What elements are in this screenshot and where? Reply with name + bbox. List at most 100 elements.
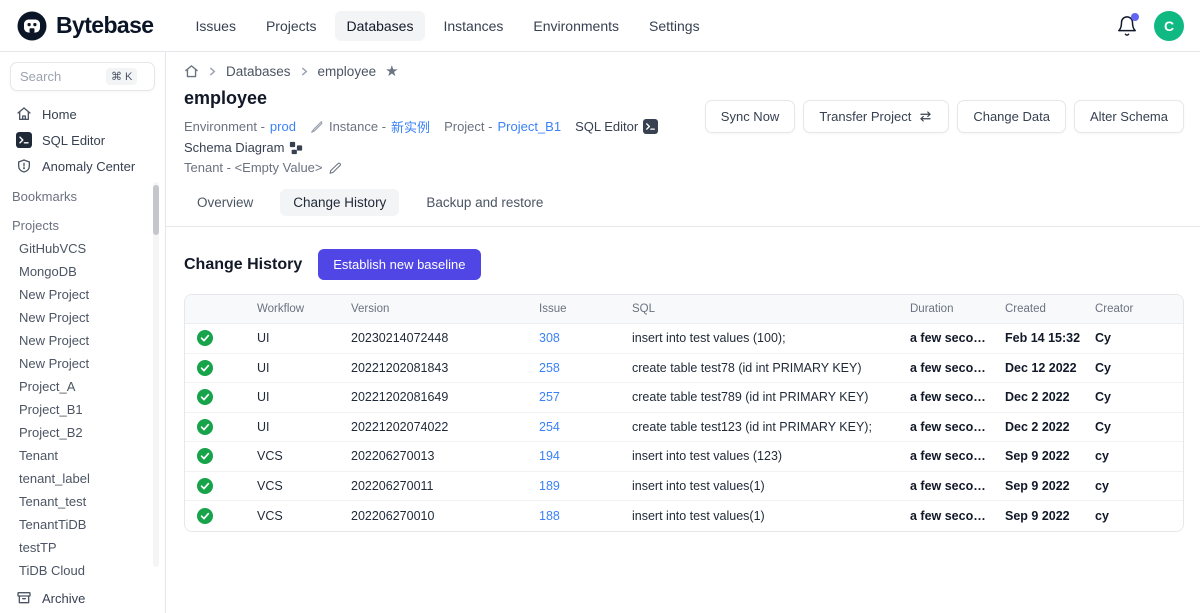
schema-diagram-icon [289, 141, 303, 155]
cell-created: Feb 14 15:32 [993, 331, 1083, 345]
cell-status [185, 419, 245, 435]
top-nav-item[interactable]: Instances [431, 11, 515, 41]
cell-creator: cy [1083, 449, 1183, 463]
topbar: Bytebase Issues Projects Databases Insta… [0, 0, 1200, 52]
cell-status [185, 508, 245, 524]
sidebar-project-item[interactable]: TiDB Cloud [0, 559, 165, 582]
tab[interactable]: Overview [184, 189, 266, 216]
user-avatar[interactable]: C [1154, 11, 1184, 41]
sidebar-scrollbar-thumb[interactable] [153, 185, 159, 235]
cell-workflow: VCS [245, 449, 339, 463]
cell-created: Sep 9 2022 [993, 509, 1083, 523]
bookmark-star-icon[interactable]: ★ [385, 64, 398, 79]
issue-link[interactable]: 188 [539, 509, 560, 523]
cell-version: 202206270011 [339, 479, 527, 493]
transfer-project-button[interactable]: Transfer Project [803, 100, 949, 133]
sidebar: ⌘ K Home SQL Editor [0, 52, 166, 613]
terminal-icon [16, 132, 32, 148]
sidebar-project-item[interactable]: tenant_label [0, 467, 165, 490]
top-nav-item[interactable]: Settings [637, 11, 712, 41]
brand[interactable]: Bytebase [16, 10, 153, 42]
table-row[interactable]: UI 20230214072448 308 insert into test v… [185, 324, 1183, 354]
sidebar-item-sql-editor[interactable]: SQL Editor [0, 127, 165, 153]
bytebase-logo-icon [16, 10, 48, 42]
project-link[interactable]: Project_B1 [497, 119, 561, 134]
table-row[interactable]: VCS 202206270010 188 insert into test va… [185, 501, 1183, 531]
cell-creator: Cy [1083, 361, 1183, 375]
success-check-icon [197, 360, 213, 376]
column-sql: SQL [620, 303, 898, 315]
transfer-project-label: Transfer Project [819, 109, 911, 124]
sidebar-project-item[interactable]: Tenant_test [0, 490, 165, 513]
cell-sql: insert into test values (123) [620, 449, 898, 463]
top-nav-item[interactable]: Issues [183, 11, 247, 41]
cell-version: 20221202074022 [339, 420, 527, 434]
tab[interactable]: Change History [280, 189, 399, 216]
issue-link[interactable]: 189 [539, 479, 560, 493]
sidebar-project-item[interactable]: New Project [0, 306, 165, 329]
cell-sql: insert into test values(1) [620, 479, 898, 493]
table-row[interactable]: VCS 202206270013 194 insert into test va… [185, 442, 1183, 472]
meta-tenant: Tenant - <Empty Value> [184, 160, 342, 175]
issue-link[interactable]: 257 [539, 390, 560, 404]
sidebar-project-item[interactable]: New Project [0, 329, 165, 352]
column-creator: Creator [1083, 303, 1183, 315]
table-row[interactable]: VCS 202206270011 189 insert into test va… [185, 472, 1183, 502]
breadcrumb-databases[interactable]: Databases [226, 64, 291, 79]
issue-link[interactable]: 308 [539, 331, 560, 345]
main-content: Databases employee ★ employee Environmen… [166, 52, 1200, 613]
sidebar-project-item[interactable]: Tenant [0, 444, 165, 467]
sidebar-project-item[interactable]: testTP [0, 536, 165, 559]
environment-link[interactable]: prod [270, 119, 296, 134]
top-nav-item[interactable]: Environments [521, 11, 631, 41]
table-row[interactable]: UI 20221202081843 258 create table test7… [185, 354, 1183, 384]
table-row[interactable]: UI 20221202081649 257 create table test7… [185, 383, 1183, 413]
sidebar-project-item[interactable]: GitHubVCS [0, 237, 165, 260]
cell-created: Dec 2 2022 [993, 420, 1083, 434]
sync-now-button[interactable]: Sync Now [705, 100, 796, 133]
breadcrumb-home-icon[interactable] [184, 64, 199, 79]
tab[interactable]: Backup and restore [413, 189, 556, 216]
cell-creator: Cy [1083, 420, 1183, 434]
establish-baseline-button[interactable]: Establish new baseline [318, 249, 480, 280]
sidebar-project-item[interactable]: MongoDB [0, 260, 165, 283]
sidebar-item-archive[interactable]: Archive [0, 582, 165, 613]
sidebar-item-home[interactable]: Home [0, 101, 165, 127]
search-input[interactable] [20, 69, 102, 84]
database-meta-line-1: Environment - prod Instance - 新实例 [184, 117, 705, 155]
sidebar-project-item[interactable]: New Project [0, 352, 165, 375]
change-data-button[interactable]: Change Data [957, 100, 1066, 133]
search-box[interactable]: ⌘ K [10, 62, 155, 91]
success-check-icon [197, 508, 213, 524]
edit-pencil-icon[interactable] [328, 161, 342, 175]
table-row[interactable]: UI 20221202074022 254 create table test1… [185, 413, 1183, 443]
sidebar-section-bookmarks[interactable]: Bookmarks [0, 183, 165, 208]
change-history-title: Change History [184, 256, 302, 274]
top-nav-item[interactable]: Databases [335, 11, 426, 41]
schema-diagram-link[interactable]: Schema Diagram [184, 140, 303, 155]
cell-sql: create table test789 (id int PRIMARY KEY… [620, 390, 898, 404]
sidebar-project-item[interactable]: Project_B2 [0, 421, 165, 444]
sql-editor-link-label: SQL Editor [575, 119, 638, 134]
top-nav-item[interactable]: Projects [254, 11, 329, 41]
alter-schema-button[interactable]: Alter Schema [1074, 100, 1184, 133]
instance-link[interactable]: 新实例 [391, 117, 430, 136]
sidebar-project-item[interactable]: Project_A [0, 375, 165, 398]
sidebar-project-item[interactable]: New Project [0, 283, 165, 306]
issue-link[interactable]: 258 [539, 361, 560, 375]
breadcrumb-employee[interactable]: employee [318, 64, 377, 79]
cell-duration: a few seconds [898, 331, 993, 345]
cell-duration: a few seconds [898, 390, 993, 404]
sidebar-item-anomaly-center[interactable]: Anomaly Center [0, 153, 165, 179]
sql-editor-link[interactable]: SQL Editor [575, 119, 658, 134]
archive-label: Archive [42, 591, 85, 606]
cell-status [185, 360, 245, 376]
issue-link[interactable]: 194 [539, 449, 560, 463]
sidebar-section-projects[interactable]: Projects [0, 212, 165, 237]
sidebar-project-item[interactable]: TenantTiDB [0, 513, 165, 536]
issue-link[interactable]: 254 [539, 420, 560, 434]
sidebar-project-item[interactable]: Project_B1 [0, 398, 165, 421]
notification-bell-icon[interactable] [1116, 15, 1138, 37]
sql-editor-icon [643, 119, 658, 134]
cell-created: Sep 9 2022 [993, 449, 1083, 463]
